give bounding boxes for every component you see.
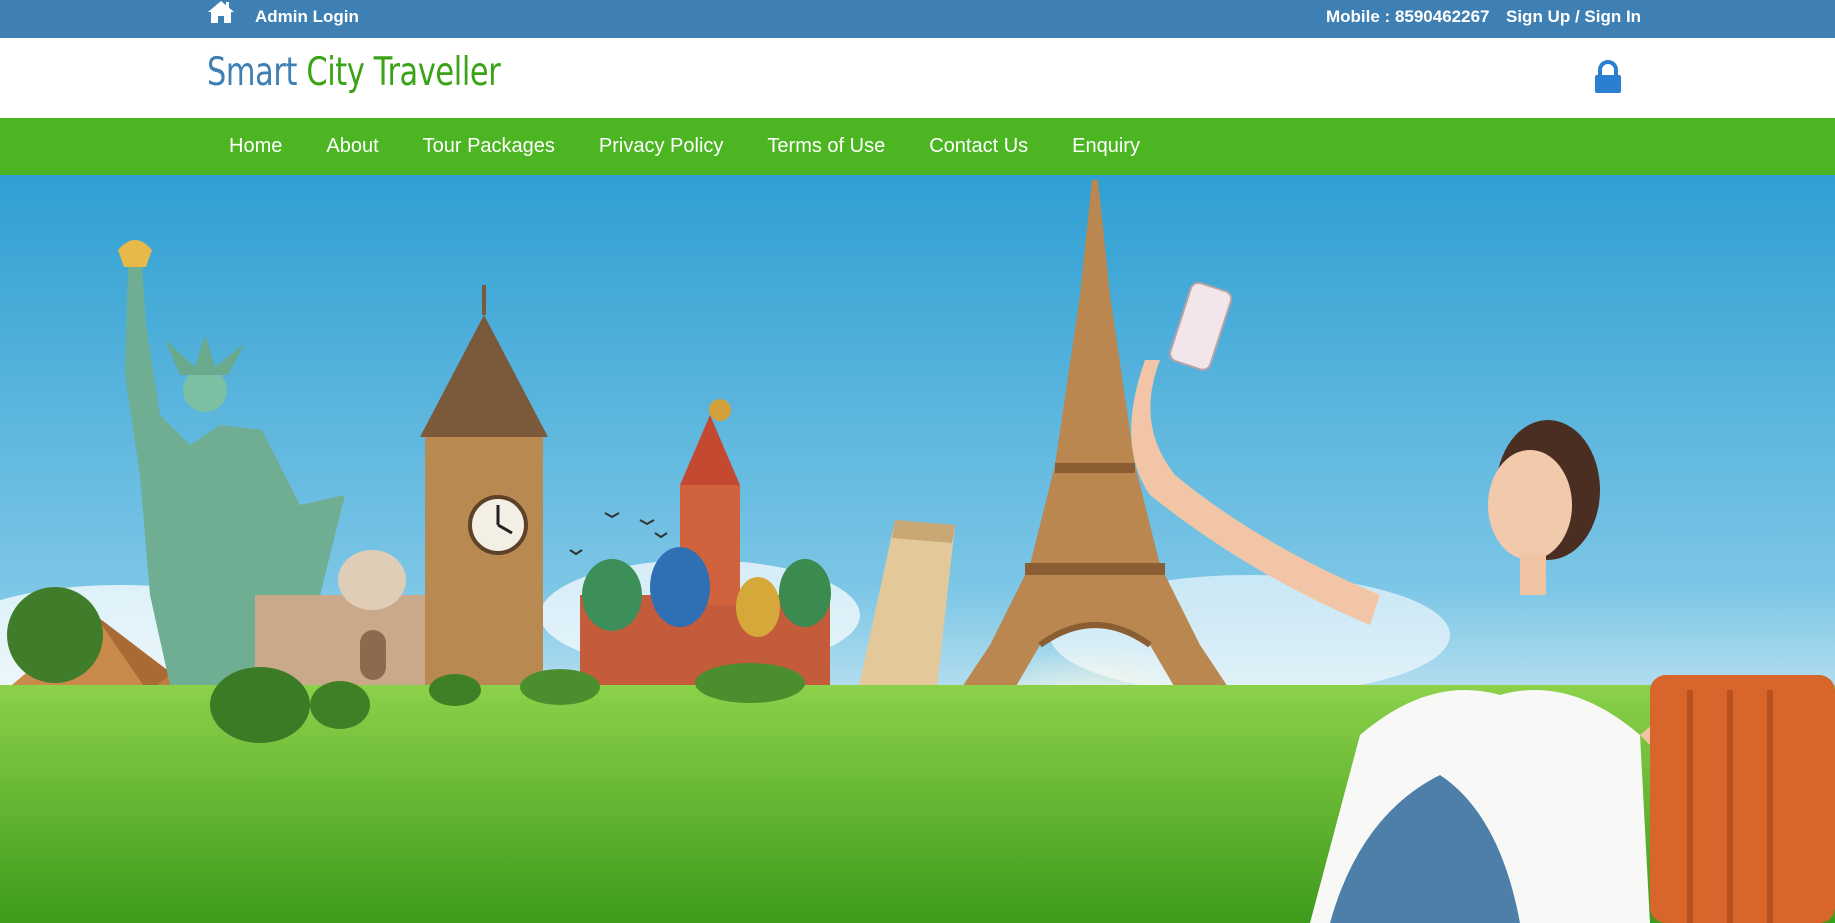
top-bar: Admin Login Mobile : 8590462267 Sign Up …	[0, 0, 1835, 38]
nav-item-home[interactable]: Home	[207, 118, 304, 175]
site-header: Smart City Traveller	[0, 38, 1835, 118]
mobile-number: Mobile : 8590462267	[1326, 7, 1490, 26]
home-icon[interactable]	[207, 0, 235, 24]
nav-item-enquiry[interactable]: Enquiry	[1050, 118, 1162, 175]
admin-login-link[interactable]: Admin Login	[255, 7, 359, 27]
nav-item-about[interactable]: About	[304, 118, 400, 175]
nav-item-contact-us[interactable]: Contact Us	[907, 118, 1050, 175]
main-nav: Home About Tour Packages Privacy Policy …	[0, 118, 1835, 175]
hero-banner	[0, 175, 1835, 923]
nav-item-tour-packages[interactable]: Tour Packages	[401, 118, 577, 175]
logo-word-city: City	[306, 50, 365, 95]
signup-signin-link[interactable]: Sign Up / Sign In	[1506, 7, 1641, 27]
logo-word-smart: Smart	[207, 50, 298, 95]
logo-word-traveller: Traveller	[373, 50, 501, 95]
lock-icon[interactable]	[1594, 60, 1622, 94]
nav-item-privacy-policy[interactable]: Privacy Policy	[577, 118, 745, 175]
nav-item-terms-of-use[interactable]: Terms of Use	[745, 118, 907, 175]
site-logo[interactable]: Smart City Traveller	[207, 50, 501, 95]
hero-illustration	[0, 175, 1835, 923]
